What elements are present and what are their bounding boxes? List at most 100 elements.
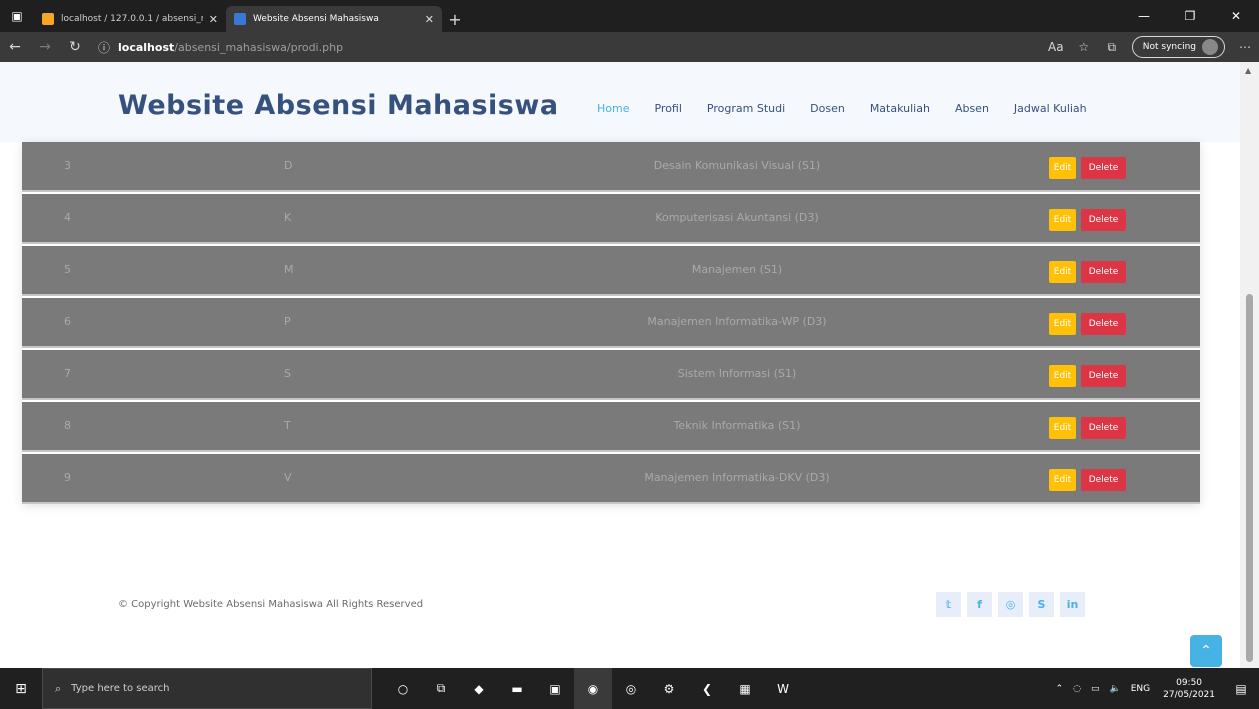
store-icon[interactable]: ▣ <box>536 668 574 709</box>
cell-code: S <box>284 367 291 380</box>
edge-icon[interactable]: ◉ <box>574 668 612 709</box>
close-window-icon[interactable]: ✕ <box>1213 0 1259 32</box>
edit-button[interactable]: Edit <box>1049 365 1076 387</box>
xampp-icon[interactable]: ▦ <box>726 668 764 709</box>
tab-phpmyadmin[interactable]: localhost / 127.0.0.1 / absensi_m ✕ <box>34 6 226 32</box>
address-bar-row: ← → ↻ ⓘ localhost /absensi_mahasiswa/pro… <box>0 32 1259 62</box>
notification-icon[interactable]: ▤ <box>1223 668 1259 709</box>
url-host: localhost <box>118 40 175 54</box>
linkedin-icon[interactable]: in <box>1060 592 1085 617</box>
edit-button[interactable]: Edit <box>1049 209 1076 231</box>
clock[interactable]: 09:50 27/05/2021 <box>1163 677 1215 701</box>
clock-time: 09:50 <box>1176 677 1203 688</box>
forward-icon[interactable]: → <box>30 32 60 62</box>
nav-dosen[interactable]: Dosen <box>810 102 845 115</box>
edit-button[interactable]: Edit <box>1049 261 1076 283</box>
delete-button[interactable]: Delete <box>1081 469 1126 491</box>
nav-program-studi[interactable]: Program Studi <box>707 102 785 115</box>
file-explorer-icon[interactable]: ▬ <box>498 668 536 709</box>
cell-no: 8 <box>64 419 71 432</box>
delete-button[interactable]: Delete <box>1081 261 1126 283</box>
profile-sync-button[interactable]: Not syncing <box>1131 36 1225 58</box>
battery-icon[interactable]: ▭ <box>1091 684 1100 694</box>
page-viewport: Website Absensi Mahasiswa Home Profil Pr… <box>0 62 1259 668</box>
social-links: 𝕥 f ◎ S in <box>936 592 1091 617</box>
site-info-icon[interactable]: ⓘ <box>98 39 110 56</box>
windows-taskbar: ⊞ ⌕ Type here to search ○ ⧉ ◆ ▬ ▣ ◉ ◎ ⚙ … <box>0 668 1259 709</box>
site-brand[interactable]: Website Absensi Mahasiswa <box>118 90 559 121</box>
refresh-icon[interactable]: ↻ <box>60 32 90 62</box>
read-aloud-icon[interactable]: Aa <box>1042 32 1070 62</box>
edge-legacy-icon[interactable]: ◆ <box>460 668 498 709</box>
nav-home[interactable]: Home <box>597 102 629 115</box>
cell-code: V <box>284 471 292 484</box>
close-icon[interactable]: ✕ <box>425 13 434 26</box>
back-icon[interactable]: ← <box>0 32 30 62</box>
cell-code: P <box>284 315 291 328</box>
table-row: 5 M Manajemen (S1) Edit Delete <box>22 246 1200 296</box>
cell-no: 4 <box>64 211 71 224</box>
favorite-star-icon[interactable]: ☆ <box>1070 32 1098 62</box>
facebook-icon[interactable]: f <box>967 592 992 617</box>
edit-button[interactable]: Edit <box>1049 417 1076 439</box>
browser-menu-icon[interactable]: ▣ <box>0 0 34 32</box>
scrollbar-thumb[interactable] <box>1246 294 1253 662</box>
cell-name: Komputerisasi Akuntansi (D3) <box>655 211 819 224</box>
edit-button[interactable]: Edit <box>1049 157 1076 179</box>
delete-button[interactable]: Delete <box>1081 365 1126 387</box>
page-scrollbar[interactable]: ▲ <box>1240 62 1259 668</box>
minimize-icon[interactable]: — <box>1121 0 1167 32</box>
twitter-icon[interactable]: 𝕥 <box>936 592 961 617</box>
network-icon[interactable]: ◌ <box>1073 684 1081 694</box>
new-tab-button[interactable]: + <box>442 6 468 32</box>
delete-button[interactable]: Delete <box>1081 313 1126 335</box>
cell-code: K <box>284 211 292 224</box>
phpmyadmin-favicon-icon <box>42 13 54 25</box>
skype-icon[interactable]: S <box>1029 592 1054 617</box>
task-view-icon[interactable]: ⧉ <box>422 668 460 709</box>
clock-date: 27/05/2021 <box>1163 689 1215 700</box>
avatar <box>1202 39 1218 55</box>
cortana-icon[interactable]: ○ <box>384 668 422 709</box>
settings-gear-icon[interactable]: ⚙ <box>650 668 688 709</box>
close-icon[interactable]: ✕ <box>209 13 218 26</box>
nav-absen[interactable]: Absen <box>955 102 989 115</box>
cell-no: 3 <box>64 159 71 172</box>
nav-profil[interactable]: Profil <box>654 102 681 115</box>
site-favicon-icon <box>234 13 246 25</box>
word-icon[interactable]: W <box>764 668 802 709</box>
chrome-icon[interactable]: ◎ <box>612 668 650 709</box>
vscode-icon[interactable]: ❮ <box>688 668 726 709</box>
cell-no: 5 <box>64 263 71 276</box>
chevron-up-icon[interactable]: ⌃ <box>1056 684 1064 694</box>
volume-icon[interactable]: 🔈 <box>1110 684 1121 694</box>
back-to-top-button[interactable]: ⌃ <box>1190 635 1222 667</box>
delete-button[interactable]: Delete <box>1081 417 1126 439</box>
edit-button[interactable]: Edit <box>1049 469 1076 491</box>
nav-jadwal-kuliah[interactable]: Jadwal Kuliah <box>1014 102 1087 115</box>
delete-button[interactable]: Delete <box>1081 157 1126 179</box>
language-indicator[interactable]: ENG <box>1131 684 1150 694</box>
collections-icon[interactable]: ⧉ <box>1098 32 1126 62</box>
nav-matakuliah[interactable]: Matakuliah <box>870 102 930 115</box>
main-nav: Home Profil Program Studi Dosen Matakuli… <box>597 102 1112 115</box>
search-placeholder: Type here to search <box>71 683 170 694</box>
sync-label: Not syncing <box>1142 42 1196 52</box>
table-row: 4 K Komputerisasi Akuntansi (D3) Edit De… <box>22 194 1200 244</box>
taskbar-search[interactable]: ⌕ Type here to search <box>42 668 372 709</box>
more-menu-icon[interactable]: ⋯ <box>1231 32 1259 62</box>
delete-button[interactable]: Delete <box>1081 209 1126 231</box>
windows-start-icon[interactable]: ⊞ <box>0 668 42 709</box>
table-row: 9 V Manajemen Informatika-DKV (D3) Edit … <box>22 454 1200 504</box>
tab-title: localhost / 127.0.0.1 / absensi_m <box>61 14 203 24</box>
instagram-icon[interactable]: ◎ <box>998 592 1023 617</box>
url-path: /absensi_mahasiswa/prodi.php <box>174 40 344 54</box>
url-field[interactable]: ⓘ localhost /absensi_mahasiswa/prodi.php <box>98 35 918 59</box>
table-row: 7 S Sistem Informasi (S1) Edit Delete <box>22 350 1200 400</box>
window-controls: — ❐ ✕ <box>1121 0 1259 32</box>
tab-website-absensi[interactable]: Website Absensi Mahasiswa ✕ <box>226 6 442 32</box>
maximize-icon[interactable]: ❐ <box>1167 0 1213 32</box>
edit-button[interactable]: Edit <box>1049 313 1076 335</box>
scroll-up-icon[interactable]: ▲ <box>1245 66 1251 75</box>
cell-name: Manajemen Informatika-DKV (D3) <box>644 471 830 484</box>
